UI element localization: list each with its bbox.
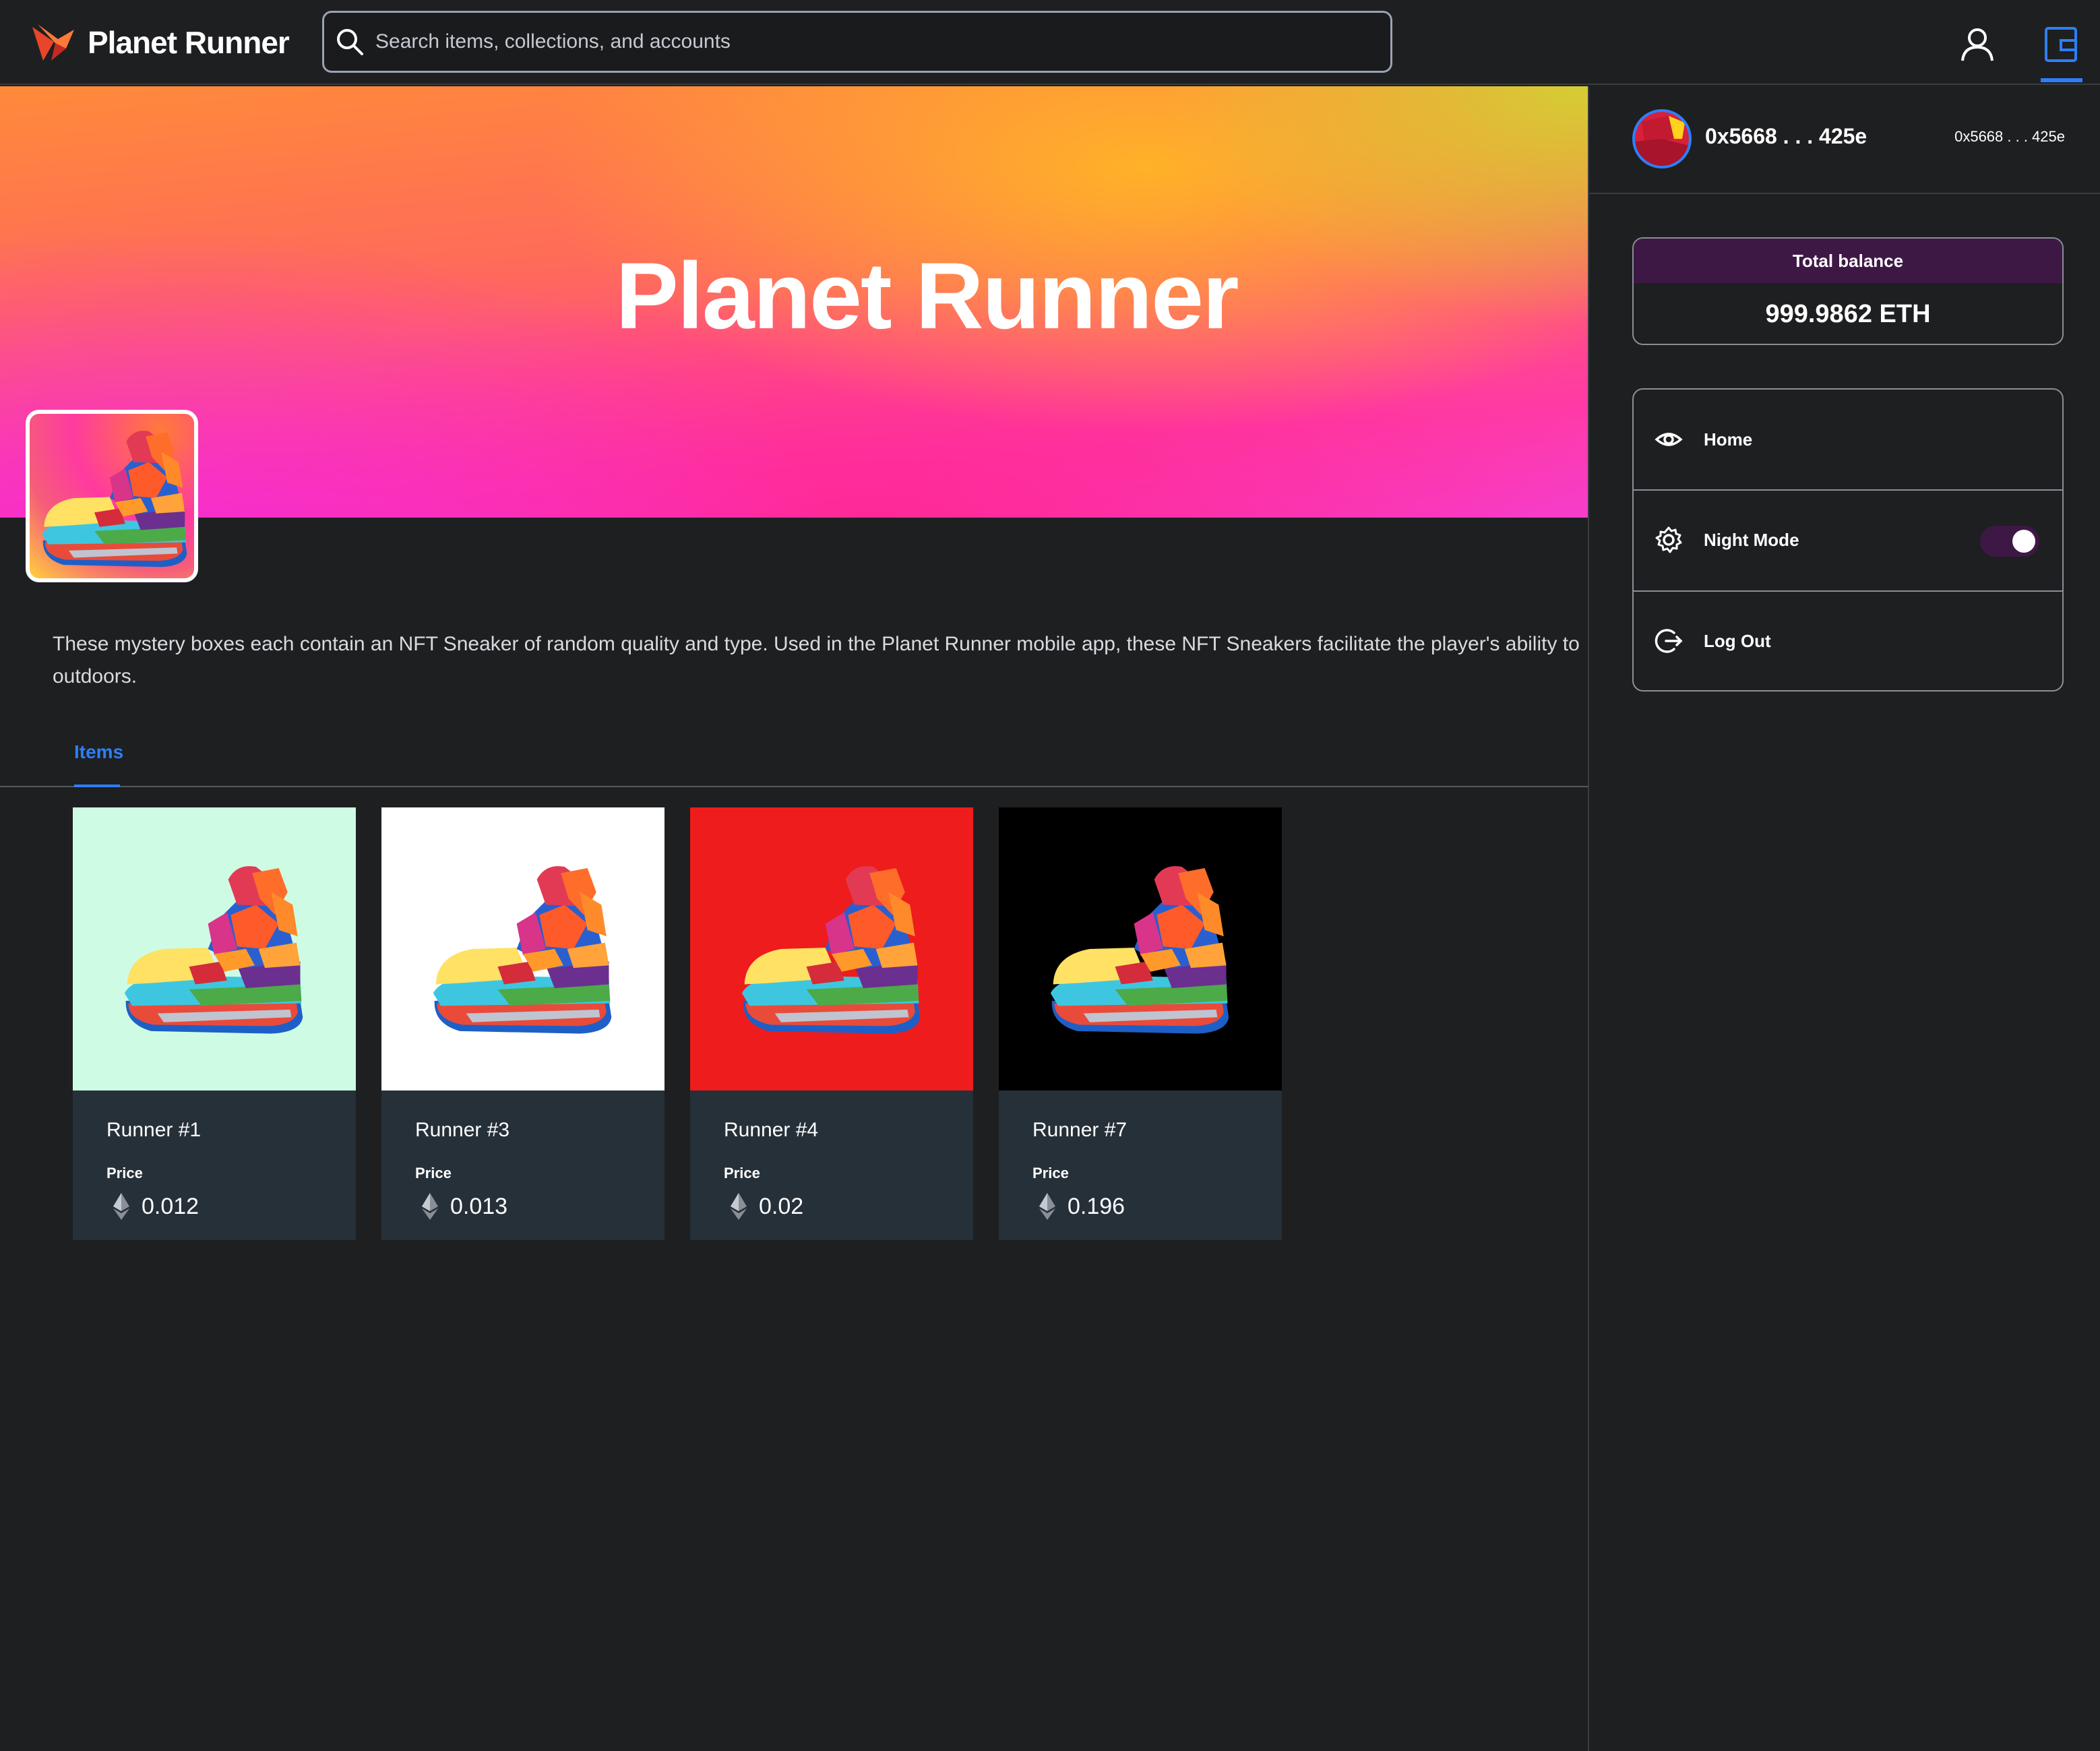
sneaker-image [1050,866,1229,1034]
menu-item-log-out[interactable]: Log Out [1634,590,2062,690]
night-mode-toggle[interactable] [1980,526,2039,557]
price-label: Price [724,1165,760,1181]
price-label: Price [106,1165,143,1181]
description-line: These mystery boxes each contain an NFT … [53,633,1580,655]
menu-item-home[interactable]: Home [1634,390,2062,489]
item-price: 0.012 [113,1192,199,1221]
sneaker-image [741,866,921,1034]
logout-icon [1655,629,1683,653]
search-icon [337,29,363,55]
gear-icon [1655,526,1682,553]
item-image[interactable] [73,807,356,1090]
item-card-runner-3[interactable]: Runner #3 Price 0.013 [381,807,665,1240]
search-bar[interactable] [322,11,1392,73]
search-input[interactable] [375,30,1373,53]
menu-item-night-mode[interactable]: Night Mode [1634,489,2062,589]
wallet-address-short: 0x5668 . . . 425e [1954,128,2065,145]
collection-title: Planet Runner [615,243,1239,348]
avatar-image [1635,112,1689,166]
collection-banner: Planet Runner [0,86,1588,518]
toggle-knob [2012,530,2035,553]
wallet-address[interactable]: 0x5668 . . . 425e [1705,124,1867,149]
item-card-runner-4[interactable]: Runner #4 Price 0.02 [690,807,973,1240]
item-image[interactable] [999,807,1282,1090]
item-card-runner-1[interactable]: Runner #1 Price 0.012 [73,807,356,1240]
item-price: 0.013 [422,1192,507,1221]
sneaker-image [124,866,303,1034]
top-navigation-bar: Planet Runner [0,0,2100,85]
wallet-header: 0x5668 . . . 425e 0x5668 . . . 425e [1589,86,2100,194]
sneaker-image [433,866,612,1034]
price-value: 0.013 [450,1193,508,1219]
brand-name: Planet Runner [88,25,290,60]
tab-items[interactable]: Items [74,741,123,763]
price-label: Price [1032,1165,1069,1181]
collection-avatar [26,410,198,582]
item-name: Runner #1 [106,1119,202,1141]
menu-label: Night Mode [1704,529,1799,550]
menu-label: Home [1704,429,1753,450]
eth-icon [422,1193,438,1220]
item-image[interactable] [381,807,665,1090]
eth-icon [731,1193,747,1220]
price-value: 0.196 [1068,1193,1125,1219]
collection-tabs: Items [0,728,1588,787]
wallet-menu: Home Night Mode Log Out [1632,388,2064,692]
eth-icon [113,1193,129,1220]
menu-label: Log Out [1704,630,1771,651]
item-name: Runner #7 [1032,1119,1128,1141]
wallet-panel: 0x5668 . . . 425e 0x5668 . . . 425e Tota… [1588,86,2100,1751]
wallet-icon[interactable] [2042,24,2082,65]
planet-runner-logo-icon [32,24,74,61]
price-label: Price [415,1165,452,1181]
item-name: Runner #4 [724,1119,819,1141]
description-line: outdoors. [53,665,137,687]
user-icon[interactable] [1958,26,1996,63]
item-price: 0.02 [731,1192,803,1221]
eth-icon [1039,1193,1055,1220]
wallet-active-indicator [2041,78,2082,82]
item-card-runner-7[interactable]: Runner #7 Price 0.196 [999,807,1282,1240]
total-balance-card: Total balance 999.9862 ETH [1632,237,2064,345]
item-price: 0.196 [1039,1192,1125,1221]
price-value: 0.012 [142,1193,199,1219]
balance-value: 999.9862 ETH [1765,299,1931,328]
price-value: 0.02 [759,1193,804,1219]
item-name: Runner #3 [415,1119,510,1141]
item-image[interactable] [690,807,973,1090]
balance-label: Total balance [1634,239,2062,283]
sneaker-image [42,431,187,567]
tab-active-indicator [74,785,120,787]
brand-home-link[interactable]: Planet Runner [31,19,290,66]
wallet-avatar[interactable] [1632,109,1692,168]
collection-description: These mystery boxes each contain an NFT … [53,628,1589,693]
eye-icon [1655,433,1683,446]
